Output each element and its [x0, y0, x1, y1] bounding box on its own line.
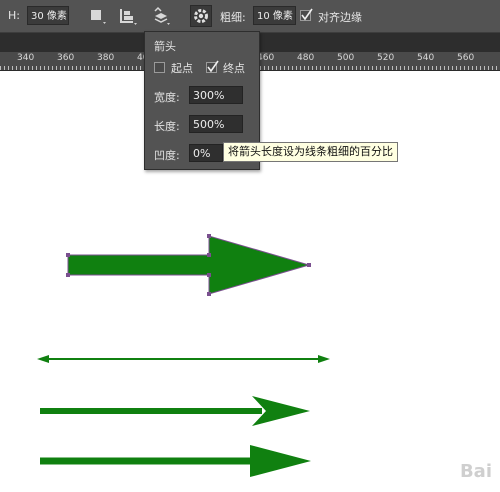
thick-arrow-head [250, 445, 311, 477]
anchor-point [66, 253, 70, 257]
align-edges-checkbox[interactable] [300, 8, 313, 21]
length-input[interactable]: 500% [189, 115, 243, 133]
start-label: 起点 [171, 62, 193, 75]
height-input[interactable]: 30 像素 [27, 6, 69, 25]
panel-title: 箭头 [154, 40, 176, 53]
path-arrangement-icon[interactable] [150, 5, 172, 27]
gear-icon[interactable] [190, 5, 212, 27]
width-input[interactable]: 300% [189, 86, 243, 104]
anchor-point [66, 273, 70, 277]
anchor-point [207, 234, 211, 238]
path-operations-icon[interactable] [86, 5, 108, 27]
weight-label: 粗细: [220, 11, 246, 24]
ruler-tick-label: 480 [297, 53, 315, 63]
end-checkbox[interactable] [206, 60, 219, 73]
ruler-tick-label: 540 [417, 53, 435, 63]
ruler-tick-label: 380 [97, 53, 115, 63]
concavity-input[interactable]: 0% [189, 144, 223, 162]
ruler-tick-label: 360 [57, 53, 75, 63]
ruler-tick-label: 520 [377, 53, 395, 63]
tooltip: 将箭头长度设为线条粗细的百分比 [223, 142, 398, 162]
length-label: 长度: [154, 120, 180, 133]
start-checkbox[interactable] [154, 62, 165, 73]
width-label: 宽度: [154, 91, 180, 104]
concavity-label: 凹度: [154, 149, 180, 162]
double-arrow-right-head [318, 355, 330, 363]
height-label: H: [8, 9, 20, 22]
watermark: Bai [459, 461, 492, 482]
anchor-point [207, 273, 211, 277]
selected-arrow-shape [67, 235, 311, 295]
end-label: 终点 [223, 62, 245, 75]
anchor-point [307, 263, 311, 267]
ruler-tick-label: 500 [337, 53, 355, 63]
align-edges-label: 对齐边缘 [318, 11, 362, 24]
ruler-tick-label: 560 [457, 53, 475, 63]
path-alignment-icon[interactable] [117, 5, 139, 27]
double-arrow-left-head [37, 355, 49, 363]
weight-input[interactable]: 10 像素 [253, 6, 296, 25]
anchor-point [207, 292, 211, 296]
ruler-tick-label: 340 [17, 53, 35, 63]
options-bar: H: 30 像素 粗细: 10 像素 对齐边缘 [0, 0, 500, 33]
anchor-point [207, 253, 211, 257]
